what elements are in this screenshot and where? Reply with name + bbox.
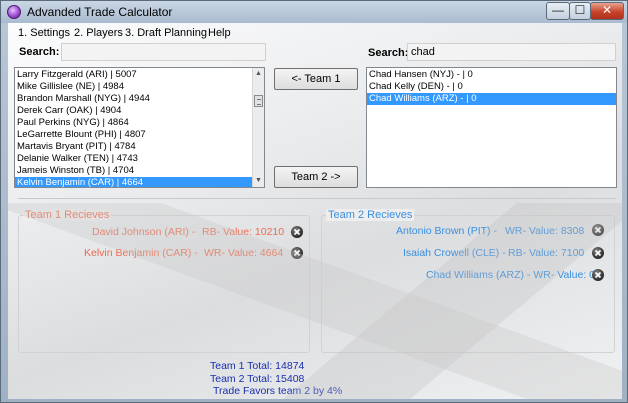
minimize-button[interactable]: — [546, 2, 570, 20]
team1-total: Team 1 Total: 14874 [210, 360, 305, 372]
team1-entry-name: Kelvin Benjamin (CAR) - [84, 247, 198, 259]
scroll-thumb[interactable] [254, 95, 263, 107]
team2-title: Team 2 Recieves [326, 209, 415, 221]
add-to-team1-button[interactable]: <- Team 1 [274, 68, 358, 90]
team1-entry-value: RB- Value: 10210 [202, 226, 285, 238]
close-circle-icon[interactable] [291, 226, 303, 238]
team2-entry-name: Antonio Brown (PIT) - [396, 225, 497, 237]
list-item[interactable]: Brandon Marshall (NYG) | 4944 [15, 93, 252, 105]
scroll-down-icon[interactable]: ▼ [253, 175, 264, 187]
list-item[interactable]: Derek Carr (OAK) | 4904 [15, 105, 252, 117]
maximize-button[interactable]: ☐ [569, 2, 591, 20]
menu-draft-planning[interactable]: 3. Draft Planning [125, 27, 207, 39]
add-to-team2-button[interactable]: Team 2 -> [274, 166, 358, 188]
menu-players[interactable]: 2. Players [74, 27, 123, 39]
window-title: Advanded Trade Calculator [27, 5, 173, 19]
client-area: 1. Settings 2. Players 3. Draft Planning… [8, 23, 622, 399]
menu-settings[interactable]: 1. Settings [18, 27, 70, 39]
list-item[interactable]: Larry Fitzgerald (ARI) | 5007 [15, 69, 252, 81]
title-bar[interactable]: Advanded Trade Calculator — ☐ ✕ [1, 1, 627, 23]
close-button[interactable]: ✕ [590, 2, 624, 20]
list-item[interactable]: Delanie Walker (TEN) | 4743 [15, 153, 252, 165]
team1-entry-name: David Johnson (ARI) - [92, 226, 196, 238]
team2-entry-value: RB- Value: 7100 [508, 247, 585, 259]
menu-help[interactable]: Help [208, 27, 231, 39]
right-search-input[interactable] [407, 43, 616, 61]
scroll-up-icon[interactable]: ▲ [253, 68, 264, 80]
team1-title: Team 1 Recieves [23, 209, 112, 221]
left-player-list[interactable]: Larry Fitzgerald (ARI) | 5007 Mike Gillis… [14, 67, 265, 188]
close-circle-icon[interactable] [592, 269, 604, 281]
left-list-scrollbar[interactable]: ▲ ▼ [252, 68, 264, 187]
team1-entry-value: WR- Value: 4664 [204, 247, 284, 259]
list-item[interactable]: Mike Gillislee (NE) | 4984 [15, 81, 252, 93]
right-player-list[interactable]: Chad Hansen (NYJ) - | 0 Chad Kelly (DEN) … [366, 67, 617, 188]
team2-entry-name: Isaiah Crowell (CLE) - [403, 247, 506, 259]
list-item[interactable]: LeGarrette Blount (PHI) | 4807 [15, 129, 252, 141]
left-search-input[interactable] [61, 43, 266, 61]
left-search-label: Search: [19, 46, 60, 58]
close-circle-icon[interactable] [291, 247, 303, 259]
list-item[interactable]: Chad Hansen (NYJ) - | 0 [367, 69, 616, 81]
list-item[interactable]: Chad Williams (ARZ) - | 0 [367, 93, 616, 105]
app-window: Advanded Trade Calculator — ☐ ✕ 1. Setti… [0, 0, 628, 403]
app-orb-icon [7, 5, 21, 19]
trade-verdict: Trade Favors team 2 by 4% [213, 385, 343, 397]
list-item[interactable]: Paul Perkins (NYG) | 4864 [15, 117, 252, 129]
section-divider [18, 198, 616, 199]
team2-entry-name: Chad Williams (ARZ) - WR- Value: 0 [426, 269, 595, 281]
close-circle-icon[interactable] [592, 224, 604, 236]
list-item[interactable]: Jameis Winston (TB) | 4704 [15, 165, 252, 177]
list-item[interactable]: Kelvin Benjamin (CAR) | 4664 [15, 177, 252, 187]
team2-entry-value: WR- Value: 8308 [505, 225, 585, 237]
close-circle-icon[interactable] [592, 247, 604, 259]
menu-bar: 1. Settings 2. Players 3. Draft Planning… [8, 23, 622, 43]
list-item[interactable]: Chad Kelly (DEN) - | 0 [367, 81, 616, 93]
right-search-label: Search: [368, 47, 409, 59]
list-item[interactable]: Martavis Bryant (PIT) | 4784 [15, 141, 252, 153]
team2-total: Team 2 Total: 15408 [210, 373, 305, 385]
